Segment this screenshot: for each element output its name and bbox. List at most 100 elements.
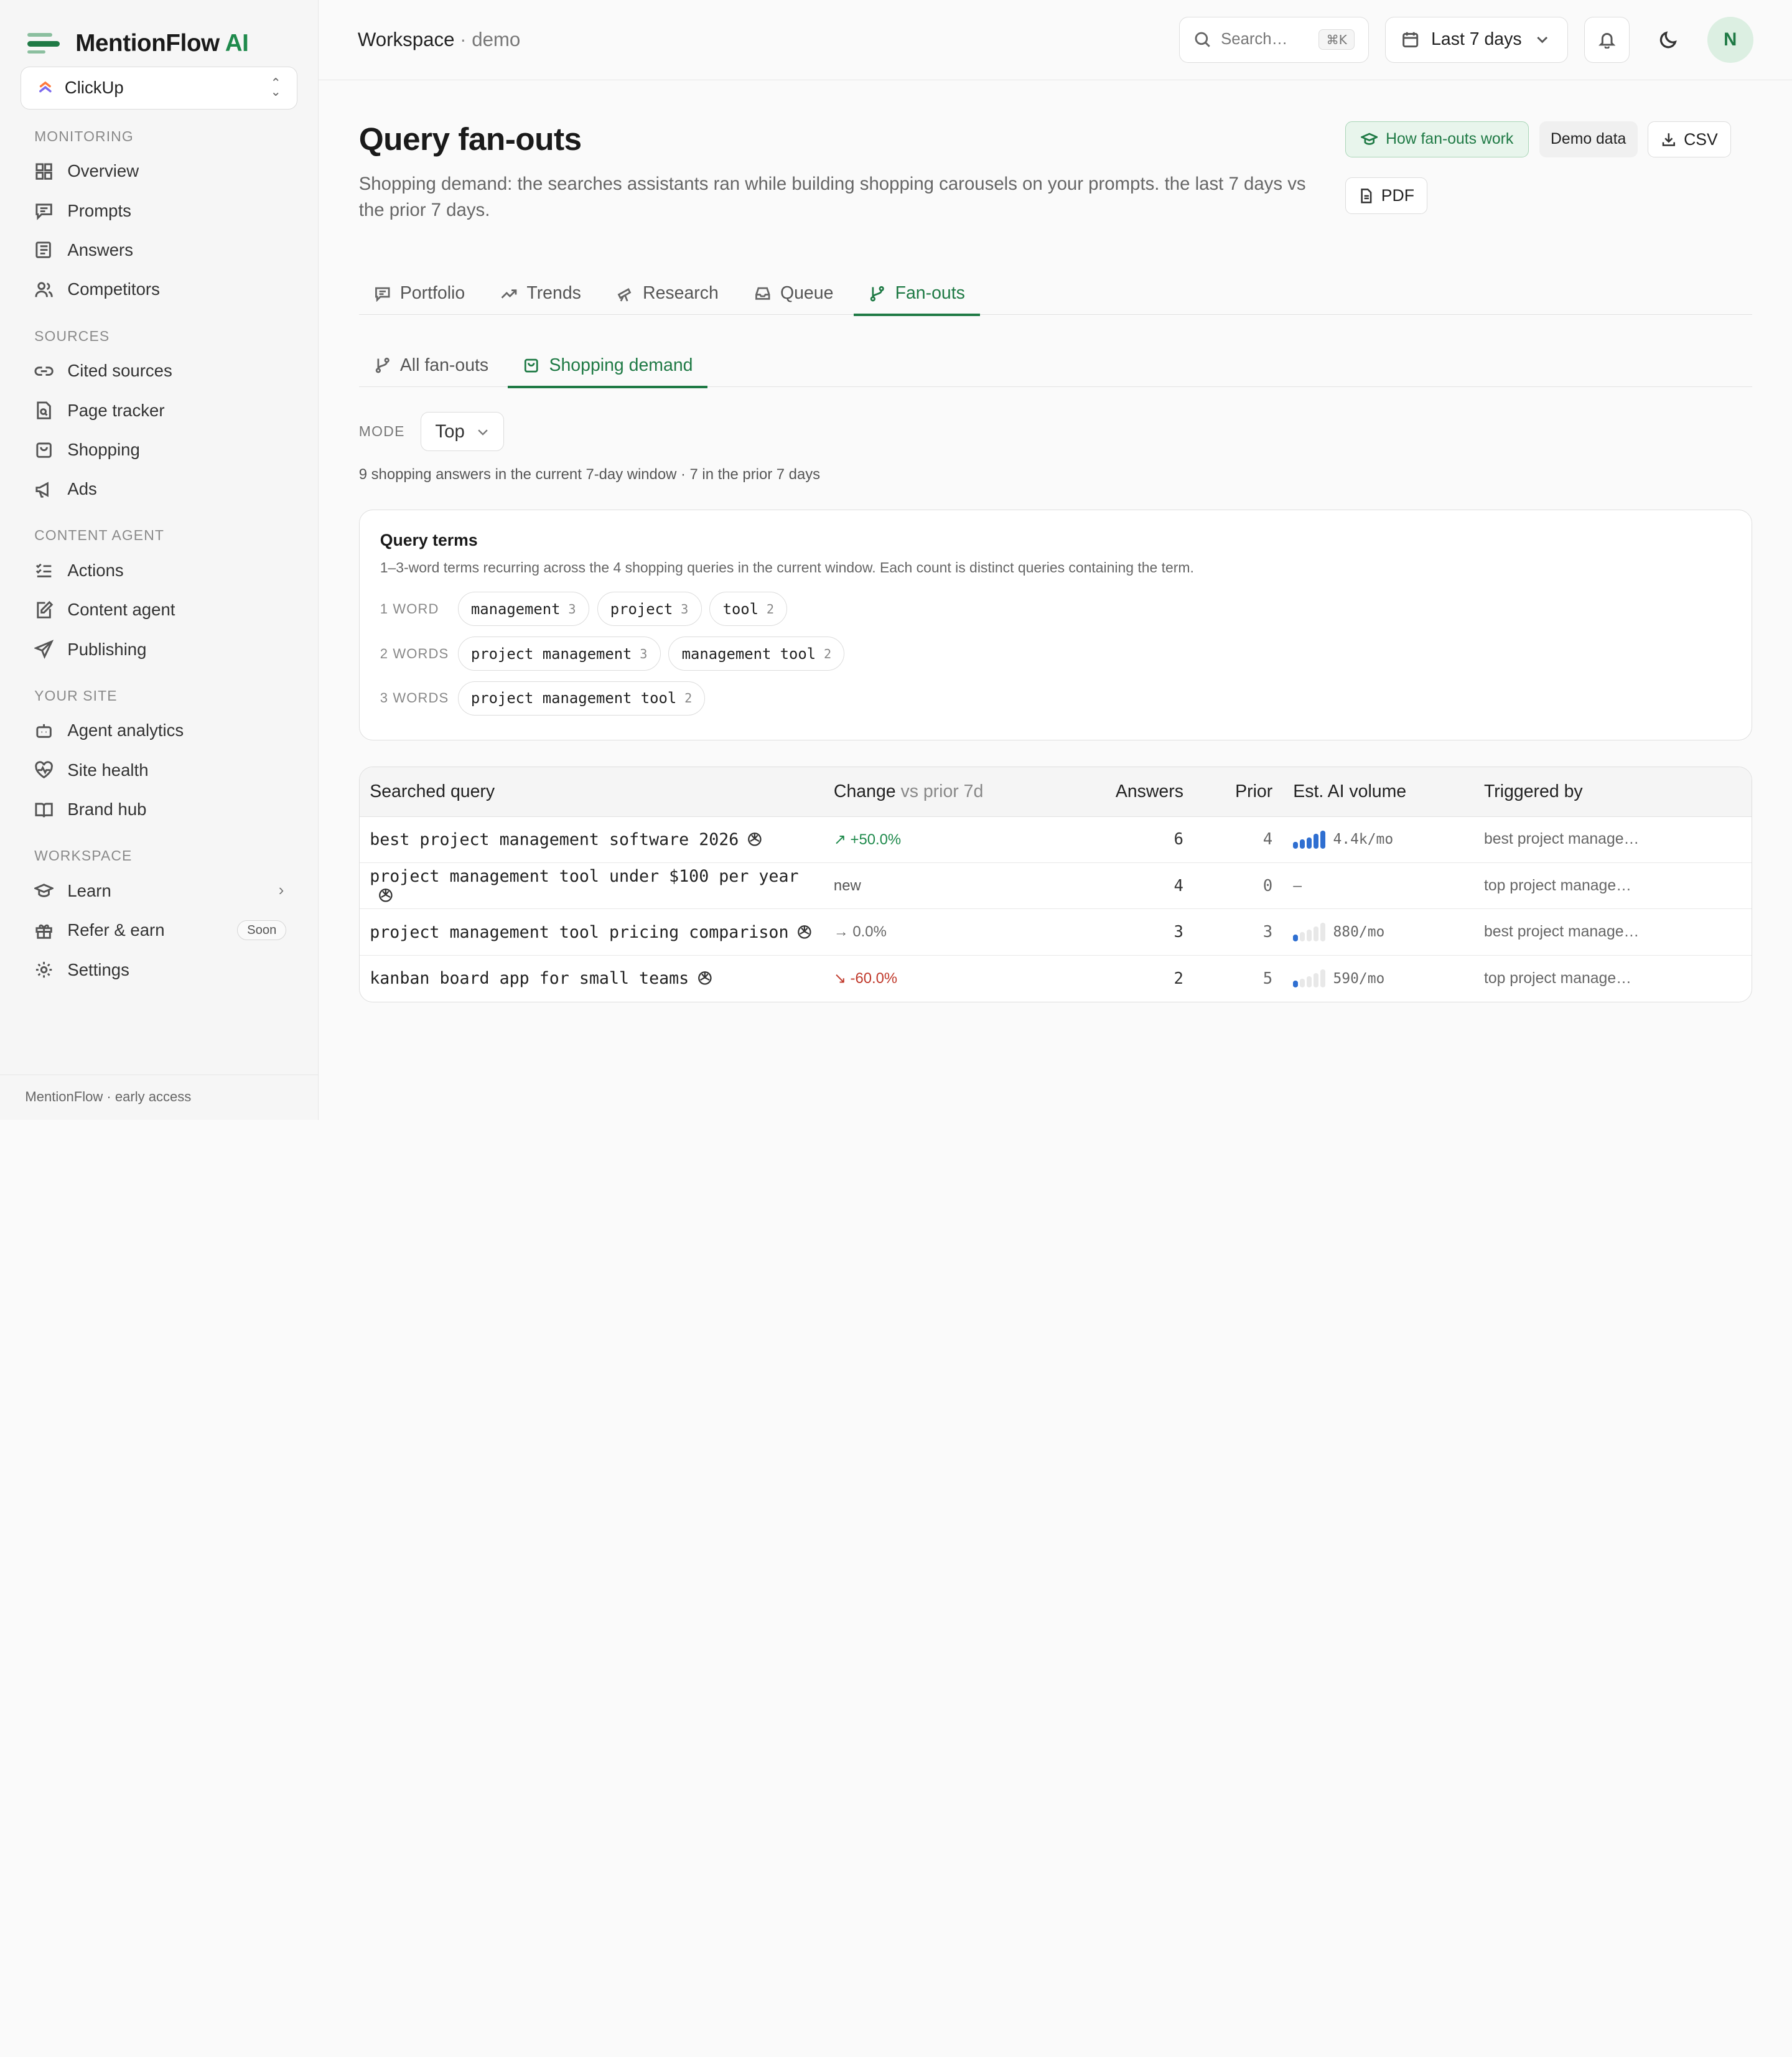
- term-row-label: 2 WORDS: [380, 645, 449, 661]
- pdf-export-button[interactable]: PDF: [1345, 177, 1428, 215]
- sidebar-item-actions[interactable]: Actions: [0, 551, 318, 590]
- subtab-all-fan-outs[interactable]: All fan-outs: [359, 343, 503, 387]
- cell-triggered-by[interactable]: best project manage…: [1473, 908, 1752, 956]
- date-range-button[interactable]: Last 7 days: [1384, 17, 1569, 63]
- cell-volume: 590/mo: [1283, 955, 1474, 1001]
- sidebar-item-site-health[interactable]: Site health: [0, 750, 318, 790]
- tab-fan-outs[interactable]: Fan-outs: [854, 272, 980, 317]
- cell-triggered-by[interactable]: best project manage…: [1473, 816, 1752, 864]
- col-est-volume[interactable]: Est. AI volume: [1282, 767, 1474, 817]
- term-chip[interactable]: project management tool 2: [457, 681, 706, 716]
- col-change-label: Change: [833, 781, 896, 801]
- notifications-button[interactable]: [1584, 17, 1630, 63]
- col-answers[interactable]: Answers: [1052, 767, 1194, 817]
- breadcrumb-demo[interactable]: demo: [472, 29, 520, 50]
- sidebar-item-learn[interactable]: Learn ›: [0, 871, 318, 910]
- term-chip-count: 2: [684, 691, 693, 706]
- search-placeholder: Search…: [1221, 30, 1288, 49]
- theme-toggle[interactable]: [1646, 17, 1691, 62]
- col-searched-query[interactable]: Searched query: [359, 767, 824, 817]
- cell-query: best project management software 2026: [359, 816, 824, 864]
- breadcrumb-workspace[interactable]: Workspace: [358, 29, 455, 50]
- query-terms-description: 1–3-word terms recurring across the 4 sh…: [380, 559, 1194, 576]
- change-value: ↘ -60.0%: [833, 970, 898, 987]
- query-terms-title: Query terms: [380, 530, 478, 549]
- avatar[interactable]: N: [1707, 17, 1753, 63]
- mode-select[interactable]: Top: [421, 412, 505, 451]
- openai-icon: [698, 971, 712, 985]
- table-row[interactable]: kanban board app for small teams ↘ -60.0…: [360, 955, 1752, 1001]
- nav-section-content-agent: CONTENT AGENT: [34, 527, 164, 544]
- workspace-select[interactable]: ClickUp ⌃ ⌄: [21, 66, 298, 110]
- sidebar-item-label: Page tracker: [67, 400, 165, 420]
- main-tabs: Portfolio Trends Research Queue Fan-outs: [358, 272, 1752, 317]
- sidebar-item-brand-hub[interactable]: Brand hub: [0, 790, 318, 829]
- cell-change: ↗ +50.0%: [823, 816, 1052, 864]
- col-triggered-by[interactable]: Triggered by: [1473, 767, 1752, 817]
- tab-label: Trends: [526, 282, 581, 303]
- mode-row: MODE Top: [358, 412, 1752, 451]
- col-prior[interactable]: Prior: [1193, 767, 1283, 817]
- term-row-label: 1 WORD: [380, 600, 439, 617]
- volume-text: 4.4k/mo: [1333, 831, 1394, 848]
- sidebar-item-answers[interactable]: Answers: [0, 230, 318, 269]
- tab-queue[interactable]: Queue: [739, 272, 848, 315]
- tab-trends[interactable]: Trends: [485, 272, 595, 315]
- content: Query fan-outs Shopping demand: the sear…: [319, 120, 1792, 1002]
- sidebar-item-ads[interactable]: Ads: [0, 470, 318, 509]
- sidebar-item-overview[interactable]: Overview: [0, 152, 318, 191]
- term-chip[interactable]: tool 2: [709, 592, 788, 627]
- table-row[interactable]: project management tool under $100 per y…: [359, 862, 1752, 910]
- volume-bar: [1293, 842, 1298, 849]
- gift-icon: [34, 921, 54, 940]
- tab-label: Queue: [780, 282, 834, 303]
- term-chip[interactable]: project management 3: [457, 636, 661, 671]
- date-range-label: Last 7 days: [1431, 29, 1522, 50]
- sidebar-item-prompts[interactable]: Prompts: [0, 191, 318, 230]
- term-chip-count: 2: [766, 601, 775, 617]
- volume-text: —: [1293, 877, 1302, 894]
- cell-volume: 4.4k/mo: [1282, 816, 1474, 864]
- sidebar-item-content-agent[interactable]: Content agent: [0, 590, 318, 630]
- tab-portfolio[interactable]: Portfolio: [359, 272, 480, 315]
- brand[interactable]: MentionFlow AI: [0, 0, 318, 67]
- sidebar-item-agent-analytics[interactable]: Agent analytics: [0, 711, 318, 750]
- csv-export-button[interactable]: CSV: [1648, 121, 1732, 158]
- breadcrumb: Workspace · demo: [358, 29, 1163, 51]
- mode-label: MODE: [358, 423, 405, 440]
- nav-section-monitoring: MONITORING: [34, 128, 134, 144]
- term-row: 3 WORDS project management tool 2: [380, 681, 1731, 716]
- openai-icon: [379, 888, 393, 902]
- sidebar-item-shopping[interactable]: Shopping: [0, 430, 318, 469]
- cell-triggered-by[interactable]: top project manage…: [1473, 862, 1752, 910]
- sidebar-item-competitors[interactable]: Competitors: [0, 270, 318, 309]
- term-chip-count: 2: [823, 646, 832, 661]
- sidebar-item-page-tracker[interactable]: Page tracker: [0, 391, 318, 430]
- sidebar-item-settings[interactable]: Settings: [0, 950, 318, 989]
- table-row[interactable]: best project management software 2026 ↗ …: [359, 816, 1752, 864]
- sidebar-item-label: Publishing: [67, 639, 147, 659]
- cell-query: project management tool pricing comparis…: [359, 908, 824, 956]
- cell-prior: 4: [1193, 816, 1283, 864]
- heart-pulse-icon: [34, 760, 54, 780]
- sidebar-footer: MentionFlow · early access: [0, 1074, 318, 1120]
- tab-research[interactable]: Research: [602, 272, 734, 315]
- search-input[interactable]: Search… ⌘K: [1179, 17, 1369, 63]
- sidebar-item-publishing[interactable]: Publishing: [0, 630, 318, 669]
- term-chip[interactable]: management 3: [457, 592, 589, 627]
- subtab-shopping-demand[interactable]: Shopping demand: [508, 343, 707, 388]
- sidebar-item-refer-earn[interactable]: Refer & earn Soon: [0, 911, 318, 950]
- how-fanouts-work-button[interactable]: How fan-outs work: [1345, 121, 1529, 158]
- sidebar-item-cited-sources[interactable]: Cited sources: [0, 352, 318, 391]
- gear-icon: [34, 960, 54, 979]
- term-chip[interactable]: project 3: [597, 592, 702, 627]
- main: Workspace · demo Search… ⌘K Last 7 days …: [319, 0, 1792, 1120]
- term-chip[interactable]: management tool 2: [668, 636, 845, 671]
- query-text: project management tool pricing comparis…: [370, 922, 789, 942]
- subtab-label: All fan-outs: [399, 355, 489, 375]
- sidebar-item-label: Settings: [67, 959, 129, 979]
- col-change[interactable]: Change vs prior 7d: [823, 767, 1052, 817]
- table-row[interactable]: project management tool pricing comparis…: [359, 908, 1752, 956]
- cell-triggered-by[interactable]: top project manage…: [1473, 955, 1751, 1001]
- graduation-cap-icon: [34, 881, 54, 900]
